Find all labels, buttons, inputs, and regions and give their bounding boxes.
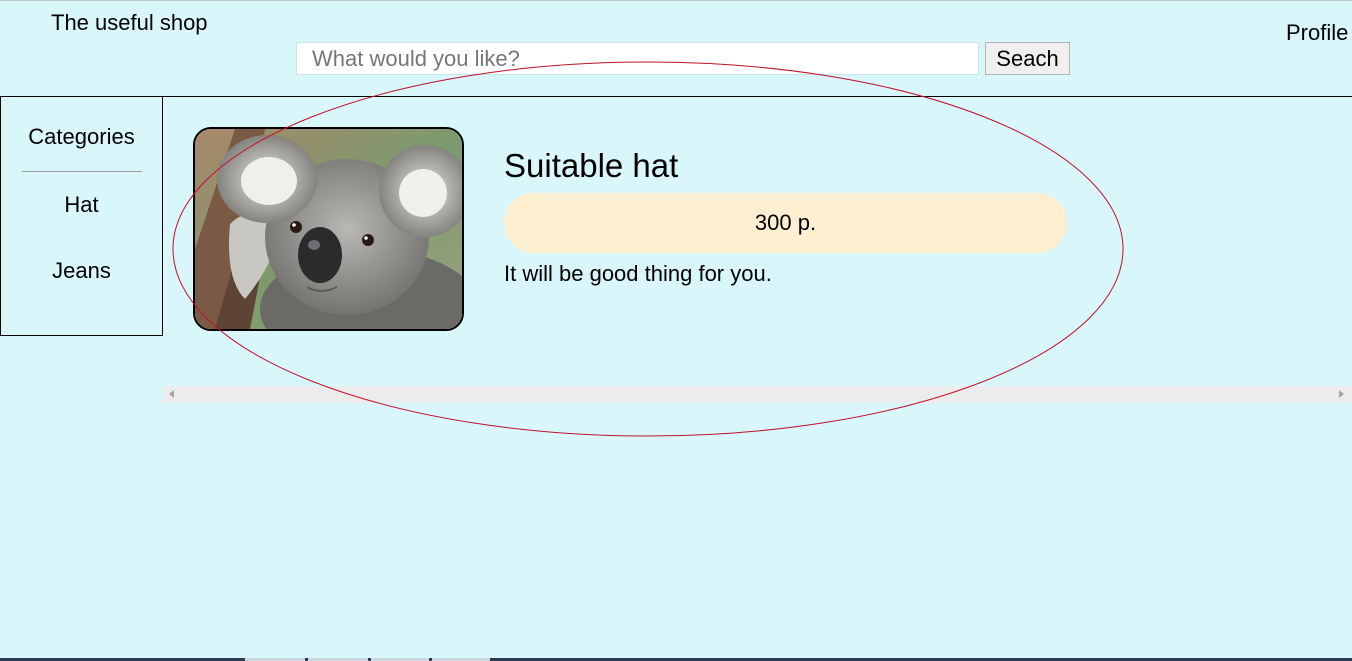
price-badge: 300 p. <box>504 193 1067 253</box>
horizontal-scrollbar[interactable] <box>163 386 1352 403</box>
shop-title: The useful shop <box>51 10 208 35</box>
categories-heading: Categories <box>28 124 135 149</box>
price-label: 300 p. <box>754 210 817 235</box>
product-image[interactable] <box>193 127 464 331</box>
sidebar-divider <box>22 171 142 172</box>
product-description: It will be good thing for you. <box>504 261 772 286</box>
header-divider <box>0 96 1352 97</box>
profile-link[interactable]: Profile <box>1286 20 1348 46</box>
sidebar-item-jeans[interactable]: Jeans <box>1 258 162 284</box>
product-name[interactable]: Suitable hat <box>504 147 678 185</box>
search-input[interactable] <box>296 42 979 75</box>
scroll-right-arrow-icon[interactable] <box>1339 390 1344 398</box>
sidebar-item-hat[interactable]: Hat <box>1 192 162 218</box>
search-button[interactable]: Seach <box>985 42 1070 75</box>
shop-page: The useful shop Seach Profile Categories… <box>0 0 1352 661</box>
annotation-ellipse <box>172 61 1124 437</box>
koala-photo-icon <box>195 129 462 329</box>
categories-sidebar: Categories Hat Jeans <box>0 97 163 336</box>
scroll-left-arrow-icon[interactable] <box>169 390 174 398</box>
